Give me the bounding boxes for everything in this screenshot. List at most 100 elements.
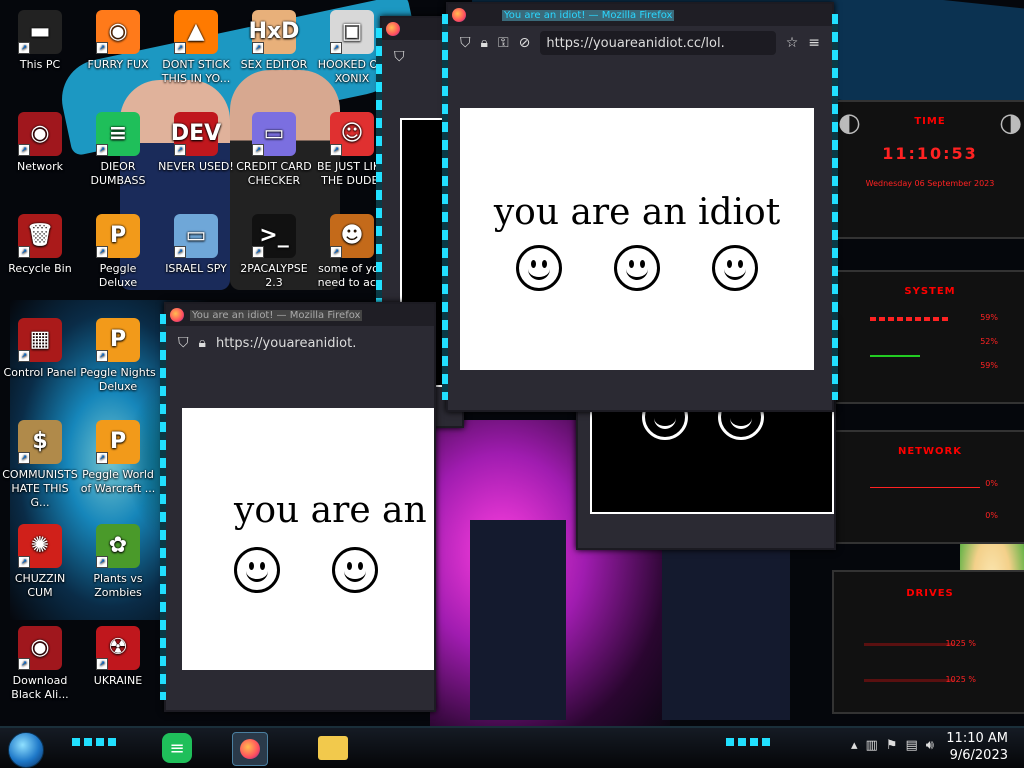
shortcut-arrow-icon: ↗	[18, 246, 30, 258]
desktop-icon[interactable]: 🗑 ↗ Recycle Bin	[2, 214, 78, 276]
app-icon: ≡ ↗	[96, 112, 140, 156]
drives-widget-title: DRIVES	[906, 588, 954, 599]
desktop-icon-label: Download Black Ali...	[11, 674, 69, 701]
network-tray-icon[interactable]: ▥	[866, 738, 878, 753]
app-icon: ▭ ↗	[174, 214, 218, 258]
app-icon: ◉ ↗	[18, 626, 62, 670]
tracking-blocked-icon[interactable]: ⊘	[519, 35, 531, 51]
flag-icon[interactable]: ⚑	[886, 738, 898, 753]
shield-icon[interactable]: ⛉	[178, 335, 189, 351]
taskbar-decoration	[72, 738, 116, 746]
app-icon: ▭ ↗	[252, 112, 296, 156]
start-button[interactable]	[8, 732, 44, 768]
window-titlebar[interactable]: You are an idiot! — Mozilla Firefox	[448, 4, 832, 26]
desktop-icon[interactable]: HxD ↗ SEX EDITOR	[236, 10, 312, 72]
app-icon: P ↗	[96, 318, 140, 362]
app-icon: 🗑 ↗	[18, 214, 62, 258]
app-icon: ☺ ↗	[330, 112, 374, 156]
bookmark-star-icon[interactable]: ☆	[786, 35, 799, 51]
network-down: 0%	[985, 511, 998, 520]
idiot-message: you are an idiot	[234, 490, 434, 531]
browser-window-front[interactable]: You are an idiot! — Mozilla Firefox ⛉ 🔒︎…	[442, 2, 838, 412]
permissions-icon[interactable]: ⚿	[498, 35, 509, 51]
smiley-icon	[332, 547, 378, 593]
desktop-icon[interactable]: ▭ ↗ CREDIT CARD CHECKER	[236, 112, 312, 188]
app-icon: ✺ ↗	[18, 524, 62, 568]
firefox-taskbar-icon[interactable]	[232, 732, 268, 766]
url-bar[interactable]: https://youareanidiot.	[216, 336, 356, 351]
taskbar-decoration	[726, 738, 770, 746]
shield-icon[interactable]: ⛉	[394, 49, 405, 65]
menu-icon[interactable]: ≡	[808, 35, 820, 51]
hidden-icons-icon[interactable]: ▴	[851, 738, 858, 753]
notes-app-icon[interactable]: ≡	[162, 733, 192, 763]
drive-c-usage: 1025 %	[945, 639, 976, 648]
display-icon[interactable]: ▤	[906, 738, 918, 753]
app-icon: ▣ ↗	[330, 10, 374, 54]
page-content: you are an idiot	[460, 108, 814, 370]
desktop-icon-label: This PC	[19, 58, 61, 71]
desktop-icon[interactable]: ≡ ↗ DIEOR DUMBASS	[80, 112, 156, 188]
shortcut-arrow-icon: ↗	[18, 556, 30, 568]
desktop-icon-label: Plants vs Zombies	[93, 572, 143, 599]
network-up: 0%	[985, 479, 998, 488]
taskbar: ≡ ▴ ▥ ⚑ ▤ 🔊︎ 11:10 AM 9/6/2023	[0, 726, 1024, 768]
desktop-icon-label: UKRAINE	[93, 674, 143, 687]
desktop-icon[interactable]: ◉ ↗ Download Black Ali...	[2, 626, 78, 702]
shortcut-arrow-icon: ↗	[18, 42, 30, 54]
taskbar-clock[interactable]: 11:10 AM 9/6/2023	[946, 730, 1008, 764]
desktop-icon[interactable]: DEV ↗ NEVER USED!	[158, 112, 234, 174]
app-icon: ▬ ↗	[18, 10, 62, 54]
desktop-icon-label: 2PACALYPSE 2.3	[240, 262, 308, 289]
smiley-icon	[516, 245, 562, 291]
network-widget: NETWORK 0% 0%	[832, 430, 1024, 544]
desktop-icon-label: Peggle World of Warcraft ...	[80, 468, 156, 495]
app-icon: DEV ↗	[171, 112, 221, 156]
swap-usage: 59%	[980, 361, 998, 370]
ram-usage: 52%	[980, 337, 998, 346]
app-icon: ◉ ↗	[96, 10, 140, 54]
shortcut-arrow-icon: ↗	[174, 42, 186, 54]
file-explorer-icon[interactable]	[318, 736, 348, 760]
desktop-icon[interactable]: ▬ ↗ This PC	[2, 10, 78, 72]
shield-icon[interactable]: ⛉	[460, 35, 471, 51]
shortcut-arrow-icon: ↗	[18, 144, 30, 156]
desktop-icon[interactable]: ✺ ↗ CHUZZIN CUM	[2, 524, 78, 600]
app-icon: ▲ ↗	[174, 10, 218, 54]
desktop-icon-label: Recycle Bin	[8, 262, 72, 275]
url-bar[interactable]: https://youareanidiot.cc/lol.	[540, 31, 776, 55]
shortcut-arrow-icon: ↗	[96, 144, 108, 156]
window-titlebar[interactable]: You are an idiot! — Mozilla Firefox	[166, 304, 434, 326]
desktop-icon[interactable]: ◉ ↗ FURRY FUX	[80, 10, 156, 72]
desktop-icon[interactable]: P ↗ Peggle Deluxe	[80, 214, 156, 290]
desktop-icon[interactable]: ▲ ↗ DONT STICK THIS IN YO...	[158, 10, 234, 86]
desktop-icon[interactable]: ✿ ↗ Plants vs Zombies	[80, 524, 156, 600]
time-widget: ◐ TIME ◑ 11:10:53 Wednesday 06 September…	[832, 100, 1024, 239]
desktop-icon[interactable]: $ ↗ COMMUNISTS HATE THIS G...	[2, 420, 78, 510]
shortcut-arrow-icon: ↗	[330, 246, 342, 258]
desktop-icon[interactable]: >_ ↗ 2PACALYPSE 2.3	[236, 214, 312, 290]
desktop-icon[interactable]: ▭ ↗ ISRAEL SPY	[158, 214, 234, 276]
smiley-icon	[614, 245, 660, 291]
desktop-icon-label: Control Panel	[3, 366, 77, 379]
desktop-icon[interactable]: P ↗ Peggle World of Warcraft ...	[80, 420, 156, 496]
desktop-icon[interactable]: ▦ ↗ Control Panel	[2, 318, 78, 380]
desktop-icon[interactable]: P ↗ Peggle Nights Deluxe	[80, 318, 156, 394]
lock-icon[interactable]: 🔒︎	[199, 335, 206, 351]
lock-icon[interactable]: 🔒︎	[481, 35, 488, 51]
idiot-message: you are an idiot	[493, 192, 781, 233]
desktop-icon-label: CHUZZIN CUM	[14, 572, 66, 599]
alien-icon: ◑	[999, 108, 1022, 138]
desktop-icon[interactable]: ◉ ↗ Network	[2, 112, 78, 174]
desktop-icon-label: SEX EDITOR	[240, 58, 308, 71]
taskbar-time: 11:10 AM	[946, 731, 1008, 746]
taskbar-date: 9/6/2023	[949, 748, 1008, 763]
time-widget-title: TIME	[914, 116, 946, 127]
desktop-icon-label: ISRAEL SPY	[165, 262, 227, 275]
smiley-icon	[712, 245, 758, 291]
browser-window-left[interactable]: You are an idiot! — Mozilla Firefox ⛉ 🔒︎…	[160, 302, 436, 712]
shortcut-arrow-icon: ↗	[96, 658, 108, 670]
volume-icon[interactable]: 🔊︎	[926, 738, 934, 753]
desktop-icon[interactable]: ☢ ↗ UKRAINE	[80, 626, 156, 688]
app-icon: $ ↗	[18, 420, 62, 464]
